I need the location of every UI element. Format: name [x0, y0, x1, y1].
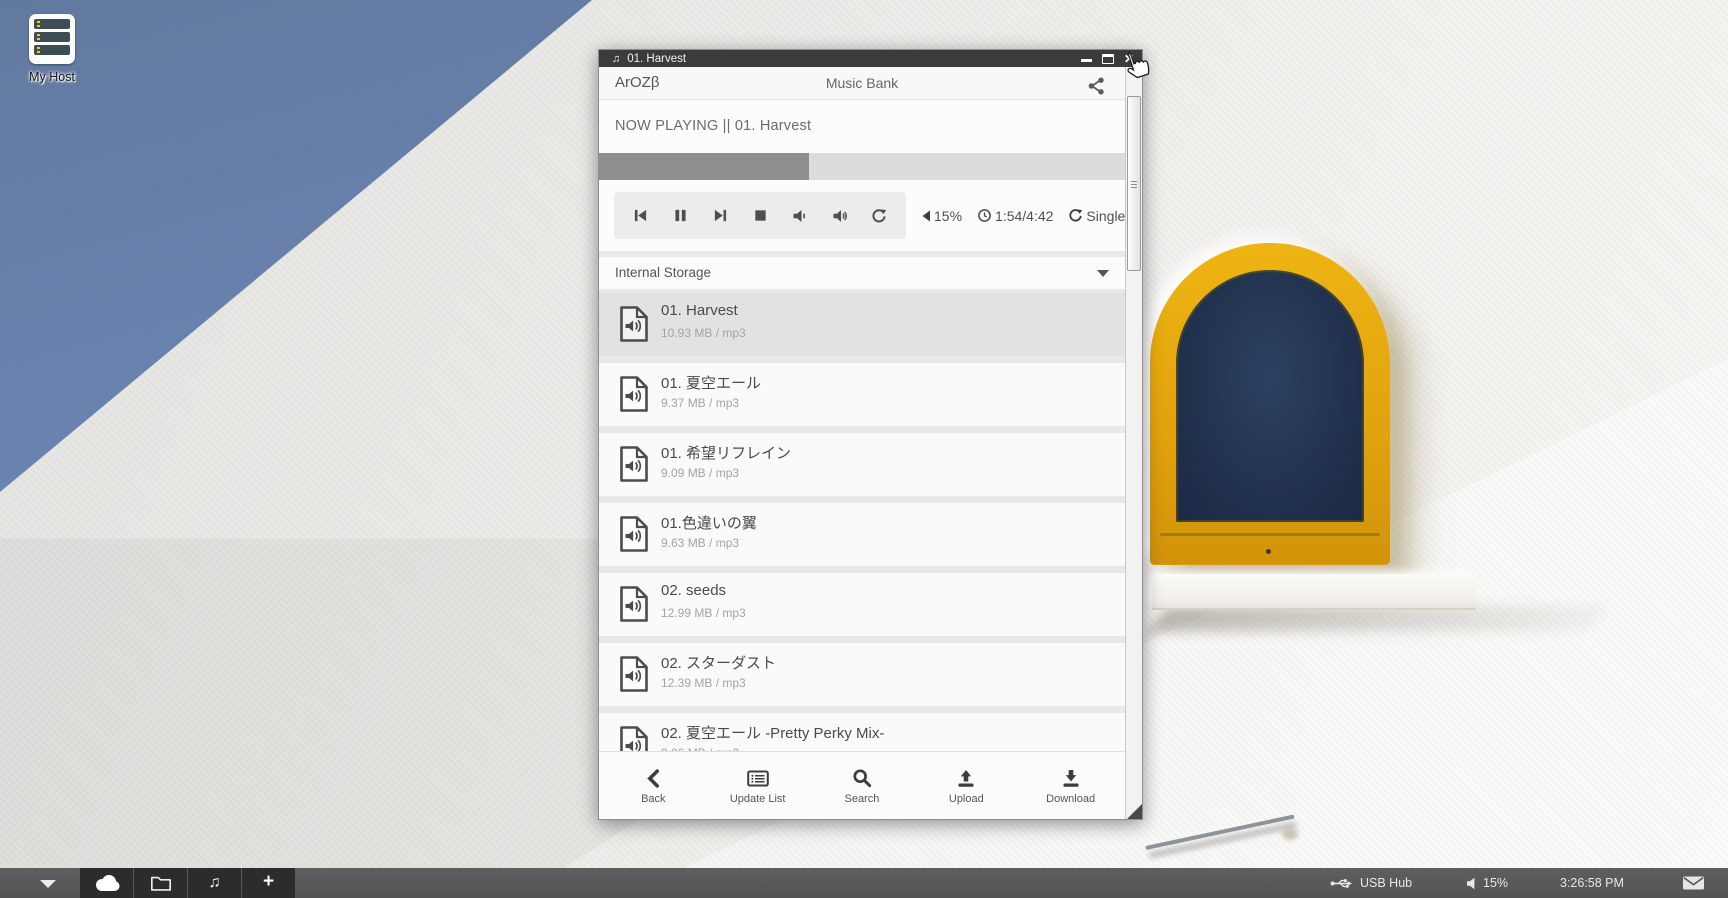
- app-header: ArOZβ Music Bank: [599, 67, 1125, 100]
- server-icon: [29, 14, 75, 64]
- progress-fill: [599, 153, 809, 180]
- pause-icon: [673, 208, 688, 223]
- stop-button[interactable]: [747, 203, 773, 229]
- track-row[interactable]: 01. 希望リフレイン 9.09 MB / mp3: [599, 433, 1125, 496]
- taskbar-mail[interactable]: [1682, 868, 1705, 898]
- taskbar-caret-icon[interactable]: [40, 880, 56, 888]
- desktop-icon-label: My Host: [12, 70, 92, 84]
- music-note-icon: ♫: [209, 875, 221, 891]
- caret-down-icon: [1097, 270, 1109, 277]
- audio-file-icon: [619, 655, 649, 693]
- taskbar-volume[interactable]: 15%: [1466, 868, 1508, 898]
- audio-file-icon: [619, 585, 649, 623]
- app-title: Music Bank: [599, 75, 1125, 91]
- folder-icon: [150, 874, 172, 893]
- magnifier-icon: [812, 766, 912, 788]
- track-row[interactable]: 01. Harvest 10.93 MB / mp3: [599, 293, 1125, 356]
- search-button[interactable]: Search: [812, 766, 912, 805]
- storage-select-value: Internal Storage: [615, 265, 711, 280]
- next-icon: [713, 208, 728, 223]
- plus-icon: +: [263, 874, 274, 890]
- scrollbar-track[interactable]: [1125, 67, 1142, 819]
- repeat-icon: [871, 208, 887, 224]
- back-button[interactable]: Back: [603, 766, 703, 805]
- update-list-button[interactable]: Update List: [708, 766, 808, 805]
- volume-indicator[interactable]: 15%: [920, 208, 962, 224]
- download-button[interactable]: Download: [1021, 766, 1121, 805]
- resize-handle[interactable]: [1127, 804, 1142, 819]
- mail-icon: [1682, 875, 1705, 891]
- minimize-button[interactable]: [1081, 59, 1092, 62]
- speaker-icon: [920, 210, 931, 222]
- playback-controls: 15% 1:54/4:42 Single: [599, 180, 1125, 251]
- music-note-icon: ♫: [612, 53, 620, 65]
- previous-button[interactable]: [628, 203, 654, 229]
- clock-icon: [977, 208, 992, 223]
- pause-button[interactable]: [668, 203, 694, 229]
- audio-file-icon: [619, 375, 649, 413]
- track-list: 01. Harvest 10.93 MB / mp3 01. 夏空エール 9.3…: [599, 293, 1125, 751]
- photo-arch-trim-line: [1160, 533, 1380, 536]
- speaker-icon: [1466, 877, 1477, 890]
- taskbar-tile-cloud[interactable]: [80, 868, 133, 898]
- list-card-icon: [708, 766, 808, 788]
- download-icon: [1021, 766, 1121, 788]
- audio-file-icon: [619, 445, 649, 483]
- taskbar-tile-add[interactable]: +: [242, 868, 295, 898]
- upload-icon: [916, 766, 1016, 788]
- storage-select[interactable]: Internal Storage: [599, 257, 1125, 289]
- window-titlebar[interactable]: ♫ 01. Harvest ✕: [599, 50, 1142, 67]
- audio-file-icon: [619, 515, 649, 553]
- photo-arch-dot: [1266, 549, 1271, 554]
- photo-arch-window-glass: [1176, 270, 1364, 522]
- audio-file-icon: [619, 725, 649, 751]
- now-playing-text: NOW PLAYING || 01. Harvest: [615, 118, 811, 134]
- volume-down-icon: [792, 208, 808, 224]
- share-icon[interactable]: [1088, 77, 1105, 95]
- usb-label: USB Hub: [1360, 876, 1412, 890]
- track-row[interactable]: 02. スターダスト 12.39 MB / mp3: [599, 643, 1125, 706]
- stop-icon: [753, 208, 768, 223]
- music-player-window: ♫ 01. Harvest ✕ ArOZβ Music Bank NOW P: [598, 49, 1143, 820]
- next-button[interactable]: [707, 203, 733, 229]
- photo-wire-tuft: [1282, 828, 1298, 840]
- maximize-button[interactable]: [1102, 54, 1114, 64]
- desktop-icon-my-host[interactable]: My Host: [12, 14, 92, 84]
- volume-down-button[interactable]: [787, 203, 813, 229]
- taskbar-volume-label: 15%: [1483, 876, 1508, 890]
- photo-window-ledge: [1152, 574, 1476, 608]
- desktop: My Host ♫ 01. Harvest ✕ ArOZβ Music Bank: [0, 0, 1728, 898]
- playback-button-group: [614, 192, 906, 239]
- repeat-single-icon: [1068, 208, 1083, 223]
- time-indicator: 1:54/4:42: [977, 208, 1053, 224]
- track-row[interactable]: 01. 夏空エール 9.37 MB / mp3: [599, 363, 1125, 426]
- taskbar: ♫ + USB Hub 15% 3:26:58 PM: [0, 868, 1728, 898]
- track-row[interactable]: 02. seeds 12.99 MB / mp3: [599, 573, 1125, 636]
- taskbar-tile-music[interactable]: ♫: [188, 868, 241, 898]
- taskbar-clock: 3:26:58 PM: [1560, 868, 1624, 898]
- usb-icon: [1330, 877, 1354, 890]
- track-row[interactable]: 01.色違いの翼 9.63 MB / mp3: [599, 503, 1125, 566]
- taskbar-usb[interactable]: USB Hub: [1330, 868, 1412, 898]
- cloud-icon: [93, 873, 121, 893]
- chevron-left-icon: [603, 766, 703, 788]
- track-row[interactable]: 02. 夏空エール -Pretty Perky Mix- 9.06 MB / m…: [599, 713, 1125, 751]
- audio-file-icon: [619, 305, 649, 343]
- repeat-button[interactable]: [866, 203, 892, 229]
- now-playing-bar: NOW PLAYING || 01. Harvest: [599, 100, 1125, 153]
- scrollbar-thumb[interactable]: [1127, 96, 1141, 271]
- photo-ledge-shadow: [1148, 606, 1608, 632]
- window-toolbar: Back Update List Search Upload Download: [599, 751, 1125, 819]
- progress-track[interactable]: [599, 153, 1125, 180]
- close-button[interactable]: ✕: [1124, 54, 1134, 64]
- volume-up-button[interactable]: [827, 203, 853, 229]
- playback-status: 15% 1:54/4:42 Single: [920, 208, 1136, 224]
- loop-mode[interactable]: Single: [1068, 208, 1125, 224]
- upload-button[interactable]: Upload: [916, 766, 1016, 805]
- window-title: 01. Harvest: [627, 53, 686, 65]
- previous-icon: [633, 208, 648, 223]
- taskbar-tile-files[interactable]: [134, 868, 187, 898]
- volume-up-icon: [832, 208, 848, 224]
